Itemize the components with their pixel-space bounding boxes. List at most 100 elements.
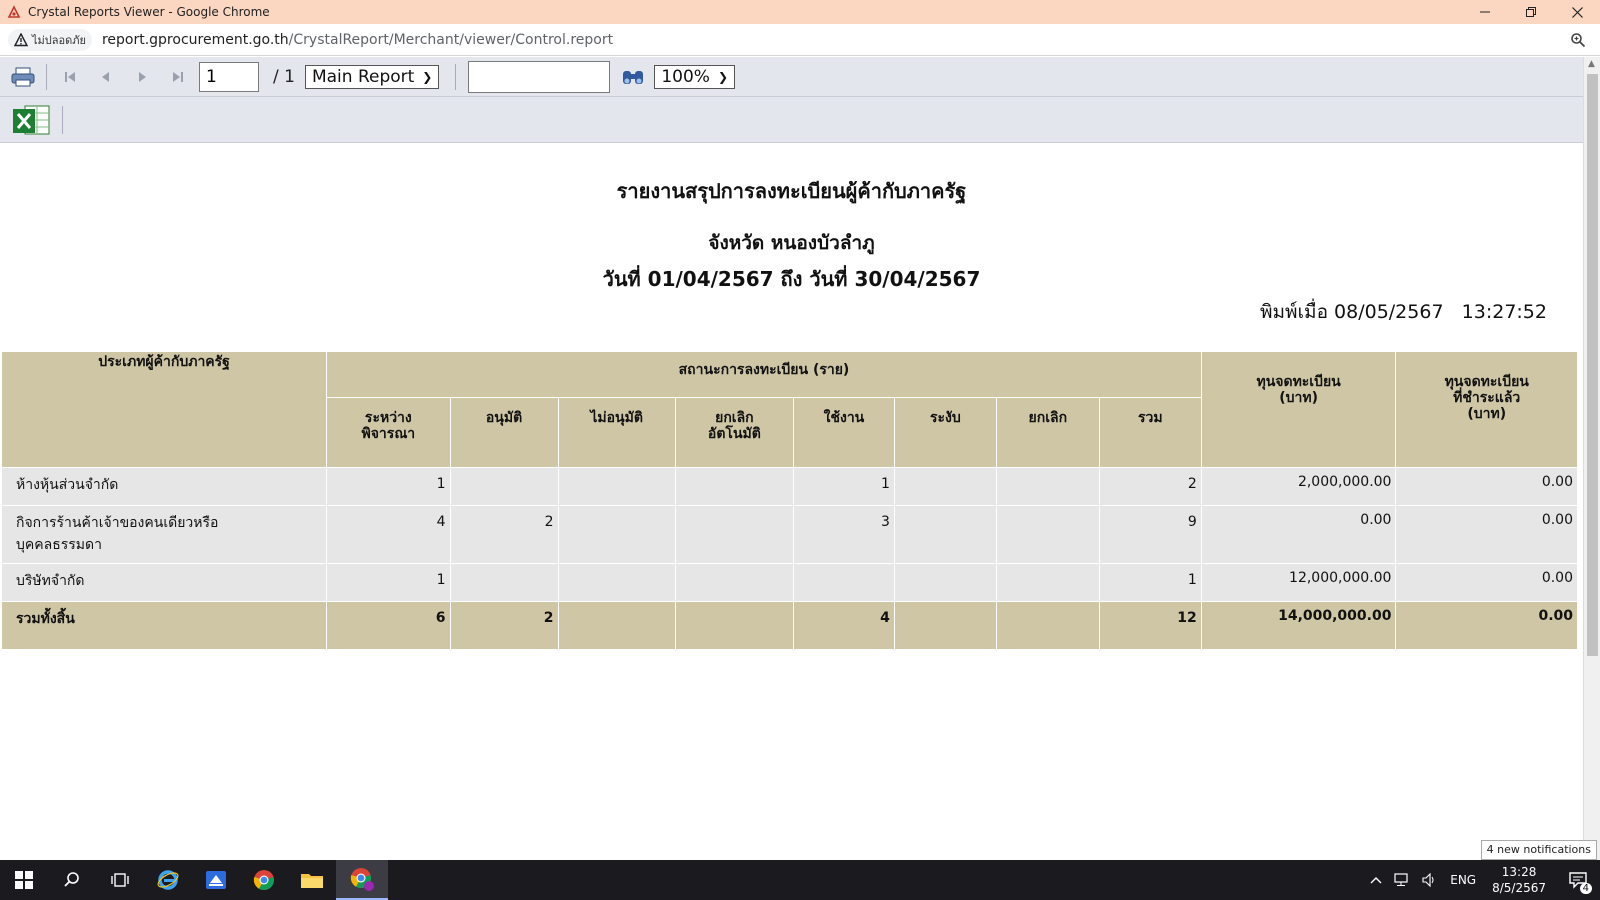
paid-capital-cell: 0.00 <box>1395 467 1578 506</box>
capital-cell: 12,000,000.00 <box>1200 563 1397 602</box>
start-button[interactable] <box>0 860 48 900</box>
chevron-down-icon: ❯ <box>422 69 433 84</box>
internet-explorer-icon <box>157 870 179 890</box>
header-status-col: ระหว่าง พิจารณา <box>326 397 451 468</box>
summary-table: ประเภทผู้ค้ากับภาครัฐ สถานะการลงทะเบียน … <box>0 351 1578 650</box>
status-count-cell <box>557 601 676 650</box>
report-select-value: Main Report <box>311 66 415 87</box>
report-select[interactable]: Main Report ❯ <box>304 64 440 89</box>
status-count-cell <box>557 563 676 602</box>
system-tray: ENG 13:28 8/5/2567 4 <box>1364 860 1600 900</box>
vertical-scrollbar[interactable]: ▲ <box>1583 57 1600 860</box>
zoom-magnifier-icon[interactable] <box>1570 32 1586 48</box>
next-page-button[interactable] <box>127 62 157 92</box>
status-count-cell <box>995 563 1100 602</box>
status-count-cell <box>674 563 795 602</box>
export-toolbar <box>0 97 1583 143</box>
search-input[interactable] <box>468 60 611 93</box>
status-count-cell <box>893 563 997 602</box>
status-count-cell: 12 <box>1098 601 1202 650</box>
notification-tooltip: 4 new notifications <box>1480 840 1597 860</box>
taskbar-chrome-profile[interactable] <box>336 860 388 900</box>
report-date-range: วันที่ 01/04/2567 ถึง วันที่ 30/04/2567 <box>602 267 981 291</box>
status-count-cell <box>557 505 676 564</box>
action-center-button[interactable]: 4 <box>1556 860 1600 900</box>
first-page-icon <box>65 71 75 82</box>
close-icon <box>1571 6 1583 18</box>
volume-icon[interactable] <box>1422 873 1438 887</box>
last-page-icon <box>173 71 183 82</box>
zoom-select[interactable]: 100% ❯ <box>654 64 736 89</box>
status-count-cell: 2 <box>449 601 559 650</box>
taskbar-file-explorer[interactable] <box>288 860 336 900</box>
restore-button[interactable] <box>1508 0 1554 24</box>
taskbar-ie[interactable] <box>144 860 192 900</box>
input-language[interactable]: ENG <box>1450 873 1476 887</box>
taskbar-store[interactable] <box>192 860 240 900</box>
toolbar-separator <box>46 63 47 90</box>
chevron-down-icon: ❯ <box>717 69 729 84</box>
network-icon[interactable] <box>1394 873 1410 887</box>
report-page: รายงานสรุปการลงทะเบียนผู้ค้ากับภาครัฐ จั… <box>0 143 1583 860</box>
status-count-cell <box>995 467 1100 506</box>
header-status-col: รวม <box>1098 397 1202 468</box>
status-count-cell: 9 <box>1098 505 1202 564</box>
status-count-cell <box>793 563 895 602</box>
crystal-reports-icon <box>6 4 22 20</box>
close-button[interactable] <box>1554 0 1600 24</box>
last-page-button[interactable] <box>163 62 193 92</box>
url-host: report.gprocurement.go.th <box>101 31 289 48</box>
scroll-thumb[interactable] <box>1587 74 1598 656</box>
status-count-cell: 3 <box>793 505 895 564</box>
status-count-cell <box>995 505 1100 564</box>
status-count-cell <box>674 505 795 564</box>
print-button[interactable] <box>8 62 38 92</box>
address-bar[interactable]: ไม่ปลอดภัย report.gprocurement.go.th/Cry… <box>0 24 1600 56</box>
paid-capital-cell: 0.00 <box>1395 601 1578 650</box>
taskbar-chrome[interactable] <box>240 860 288 900</box>
search-button[interactable] <box>618 62 648 92</box>
export-excel-button[interactable] <box>10 100 52 140</box>
url-text[interactable]: report.gprocurement.go.th/CrystalReport/… <box>102 32 613 48</box>
previous-page-button[interactable] <box>91 62 121 92</box>
header-status-col: ยกเลิก อัตโนมัติ <box>674 397 795 468</box>
first-page-button[interactable] <box>55 62 85 92</box>
status-count-cell <box>557 467 676 506</box>
window-titlebar: Crystal Reports Viewer - Google Chrome <box>0 0 1600 24</box>
table-row: กิจการร้านค้าเจ้าของคนเดียวหรือ บุคคลธรร… <box>0 505 1578 564</box>
chrome-profile-icon <box>350 868 374 891</box>
security-indicator[interactable]: ไม่ปลอดภัย <box>8 28 92 51</box>
header-status-col: ใช้งาน <box>793 397 895 468</box>
status-count-cell: 1 <box>1098 563 1202 602</box>
status-count-cell: 4 <box>326 505 451 564</box>
total-row: รวมทั้งสิ้น 6 2 4 12 14,000,000.00 0.00 <box>0 601 1578 650</box>
task-view-button[interactable] <box>96 860 144 900</box>
row-type-name: รวมทั้งสิ้น <box>0 601 328 650</box>
taskbar-search-button[interactable] <box>48 860 96 900</box>
capital-cell: 14,000,000.00 <box>1200 601 1397 650</box>
search-icon <box>64 872 79 887</box>
printed-timestamp: พิมพ์เมื่อ 08/05/2567 13:27:52 <box>1259 301 1547 323</box>
page-number-input[interactable] <box>199 61 259 92</box>
status-count-cell <box>449 467 559 506</box>
restore-icon <box>1526 7 1536 17</box>
status-count-cell: 4 <box>793 601 895 650</box>
report-title: รายงานสรุปการลงทะเบียนผู้ค้ากับภาครัฐ <box>616 179 967 203</box>
clock[interactable]: 13:28 8/5/2567 <box>1492 864 1546 896</box>
store-icon <box>206 871 226 889</box>
security-label: ไม่ปลอดภัย <box>32 33 86 47</box>
row-type-name: กิจการร้านค้าเจ้าของคนเดียวหรือ บุคคลธรร… <box>0 505 328 564</box>
status-count-cell: 1 <box>326 563 451 602</box>
header-status-col: อนุมัติ <box>449 397 559 468</box>
row-type-name: ห้างหุ้นส่วนจำกัด <box>0 467 328 506</box>
status-count-cell <box>893 601 997 650</box>
tray-expand-icon[interactable] <box>1370 876 1382 884</box>
status-count-cell <box>893 505 997 564</box>
previous-page-icon <box>102 71 109 82</box>
task-view-icon <box>111 873 129 887</box>
scroll-up-icon[interactable]: ▲ <box>1588 59 1595 69</box>
row-type-name: บริษัทจำกัด <box>0 563 328 602</box>
minimize-button[interactable] <box>1462 0 1508 24</box>
notification-count-badge: 4 <box>1579 883 1592 894</box>
header-type: ประเภทผู้ค้ากับภาครัฐ <box>0 351 328 468</box>
